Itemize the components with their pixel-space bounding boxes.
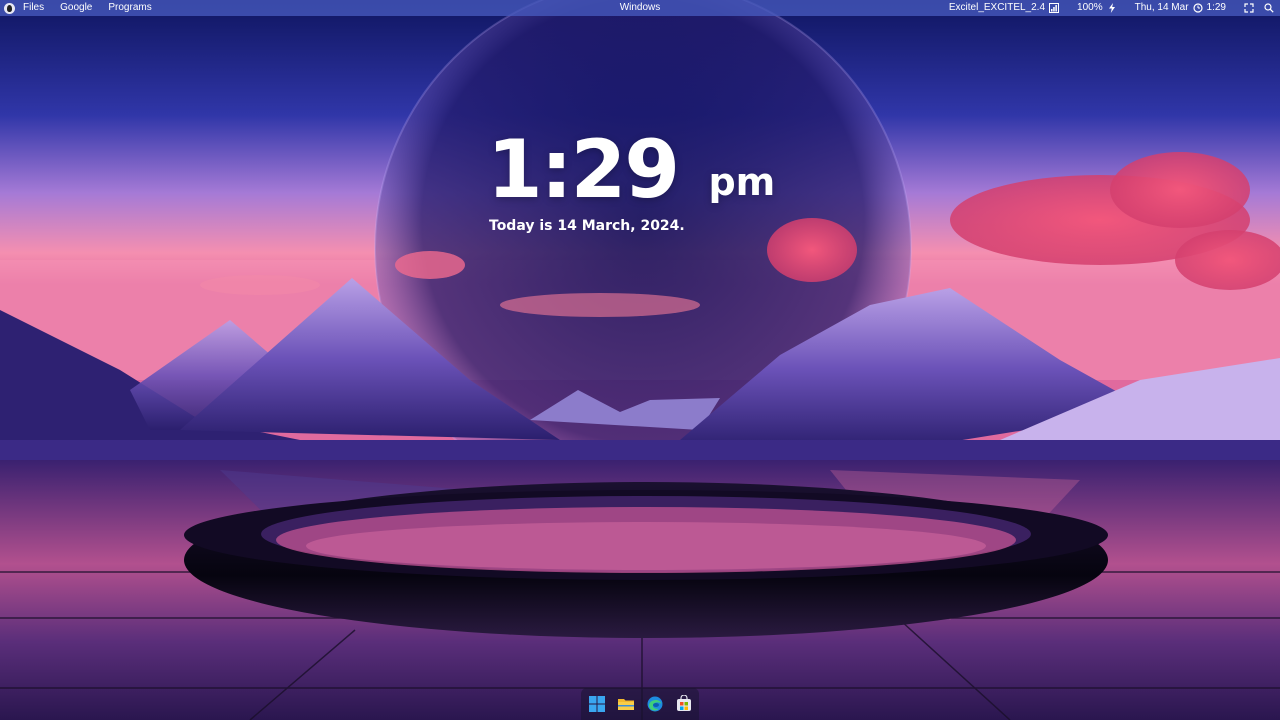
top-menubar: Files Google Programs Windows Excitel_EX… bbox=[0, 0, 1280, 16]
windows-start-icon[interactable] bbox=[585, 692, 609, 716]
user-avatar-icon[interactable] bbox=[4, 2, 15, 14]
charging-bolt-icon bbox=[1108, 3, 1115, 13]
battery-percent[interactable]: 100% bbox=[1077, 0, 1103, 16]
menu-google[interactable]: Google bbox=[60, 0, 92, 16]
taskbar bbox=[581, 688, 699, 720]
floating-ring bbox=[184, 482, 1108, 638]
clock-ampm: pm bbox=[708, 160, 776, 204]
window-title: Windows bbox=[619, 2, 661, 13]
clock-time: 1:29 bbox=[487, 123, 680, 216]
wifi-signal-icon[interactable] bbox=[1049, 3, 1060, 13]
wallpaper bbox=[0, 0, 1280, 720]
file-explorer-icon[interactable] bbox=[614, 692, 638, 716]
clock-date: Today is 14 March, 2024. bbox=[489, 218, 685, 234]
clock-icon bbox=[1192, 3, 1203, 13]
fullscreen-icon[interactable] bbox=[1244, 3, 1254, 13]
clock-widget: 1:29 pm bbox=[487, 120, 775, 220]
menu-programs[interactable]: Programs bbox=[108, 0, 151, 16]
network-name[interactable]: Excitel_EXCITEL_2.4 bbox=[949, 0, 1045, 16]
menubar-clock[interactable]: 1:29 bbox=[1207, 0, 1226, 16]
menubar-date[interactable]: Thu, 14 Mar bbox=[1135, 0, 1189, 16]
desktop: Files Google Programs Windows Excitel_EX… bbox=[0, 0, 1280, 720]
search-icon[interactable] bbox=[1264, 3, 1274, 13]
microsoft-store-icon[interactable] bbox=[672, 692, 696, 716]
menu-files[interactable]: Files bbox=[23, 0, 44, 16]
edge-browser-icon[interactable] bbox=[643, 692, 667, 716]
